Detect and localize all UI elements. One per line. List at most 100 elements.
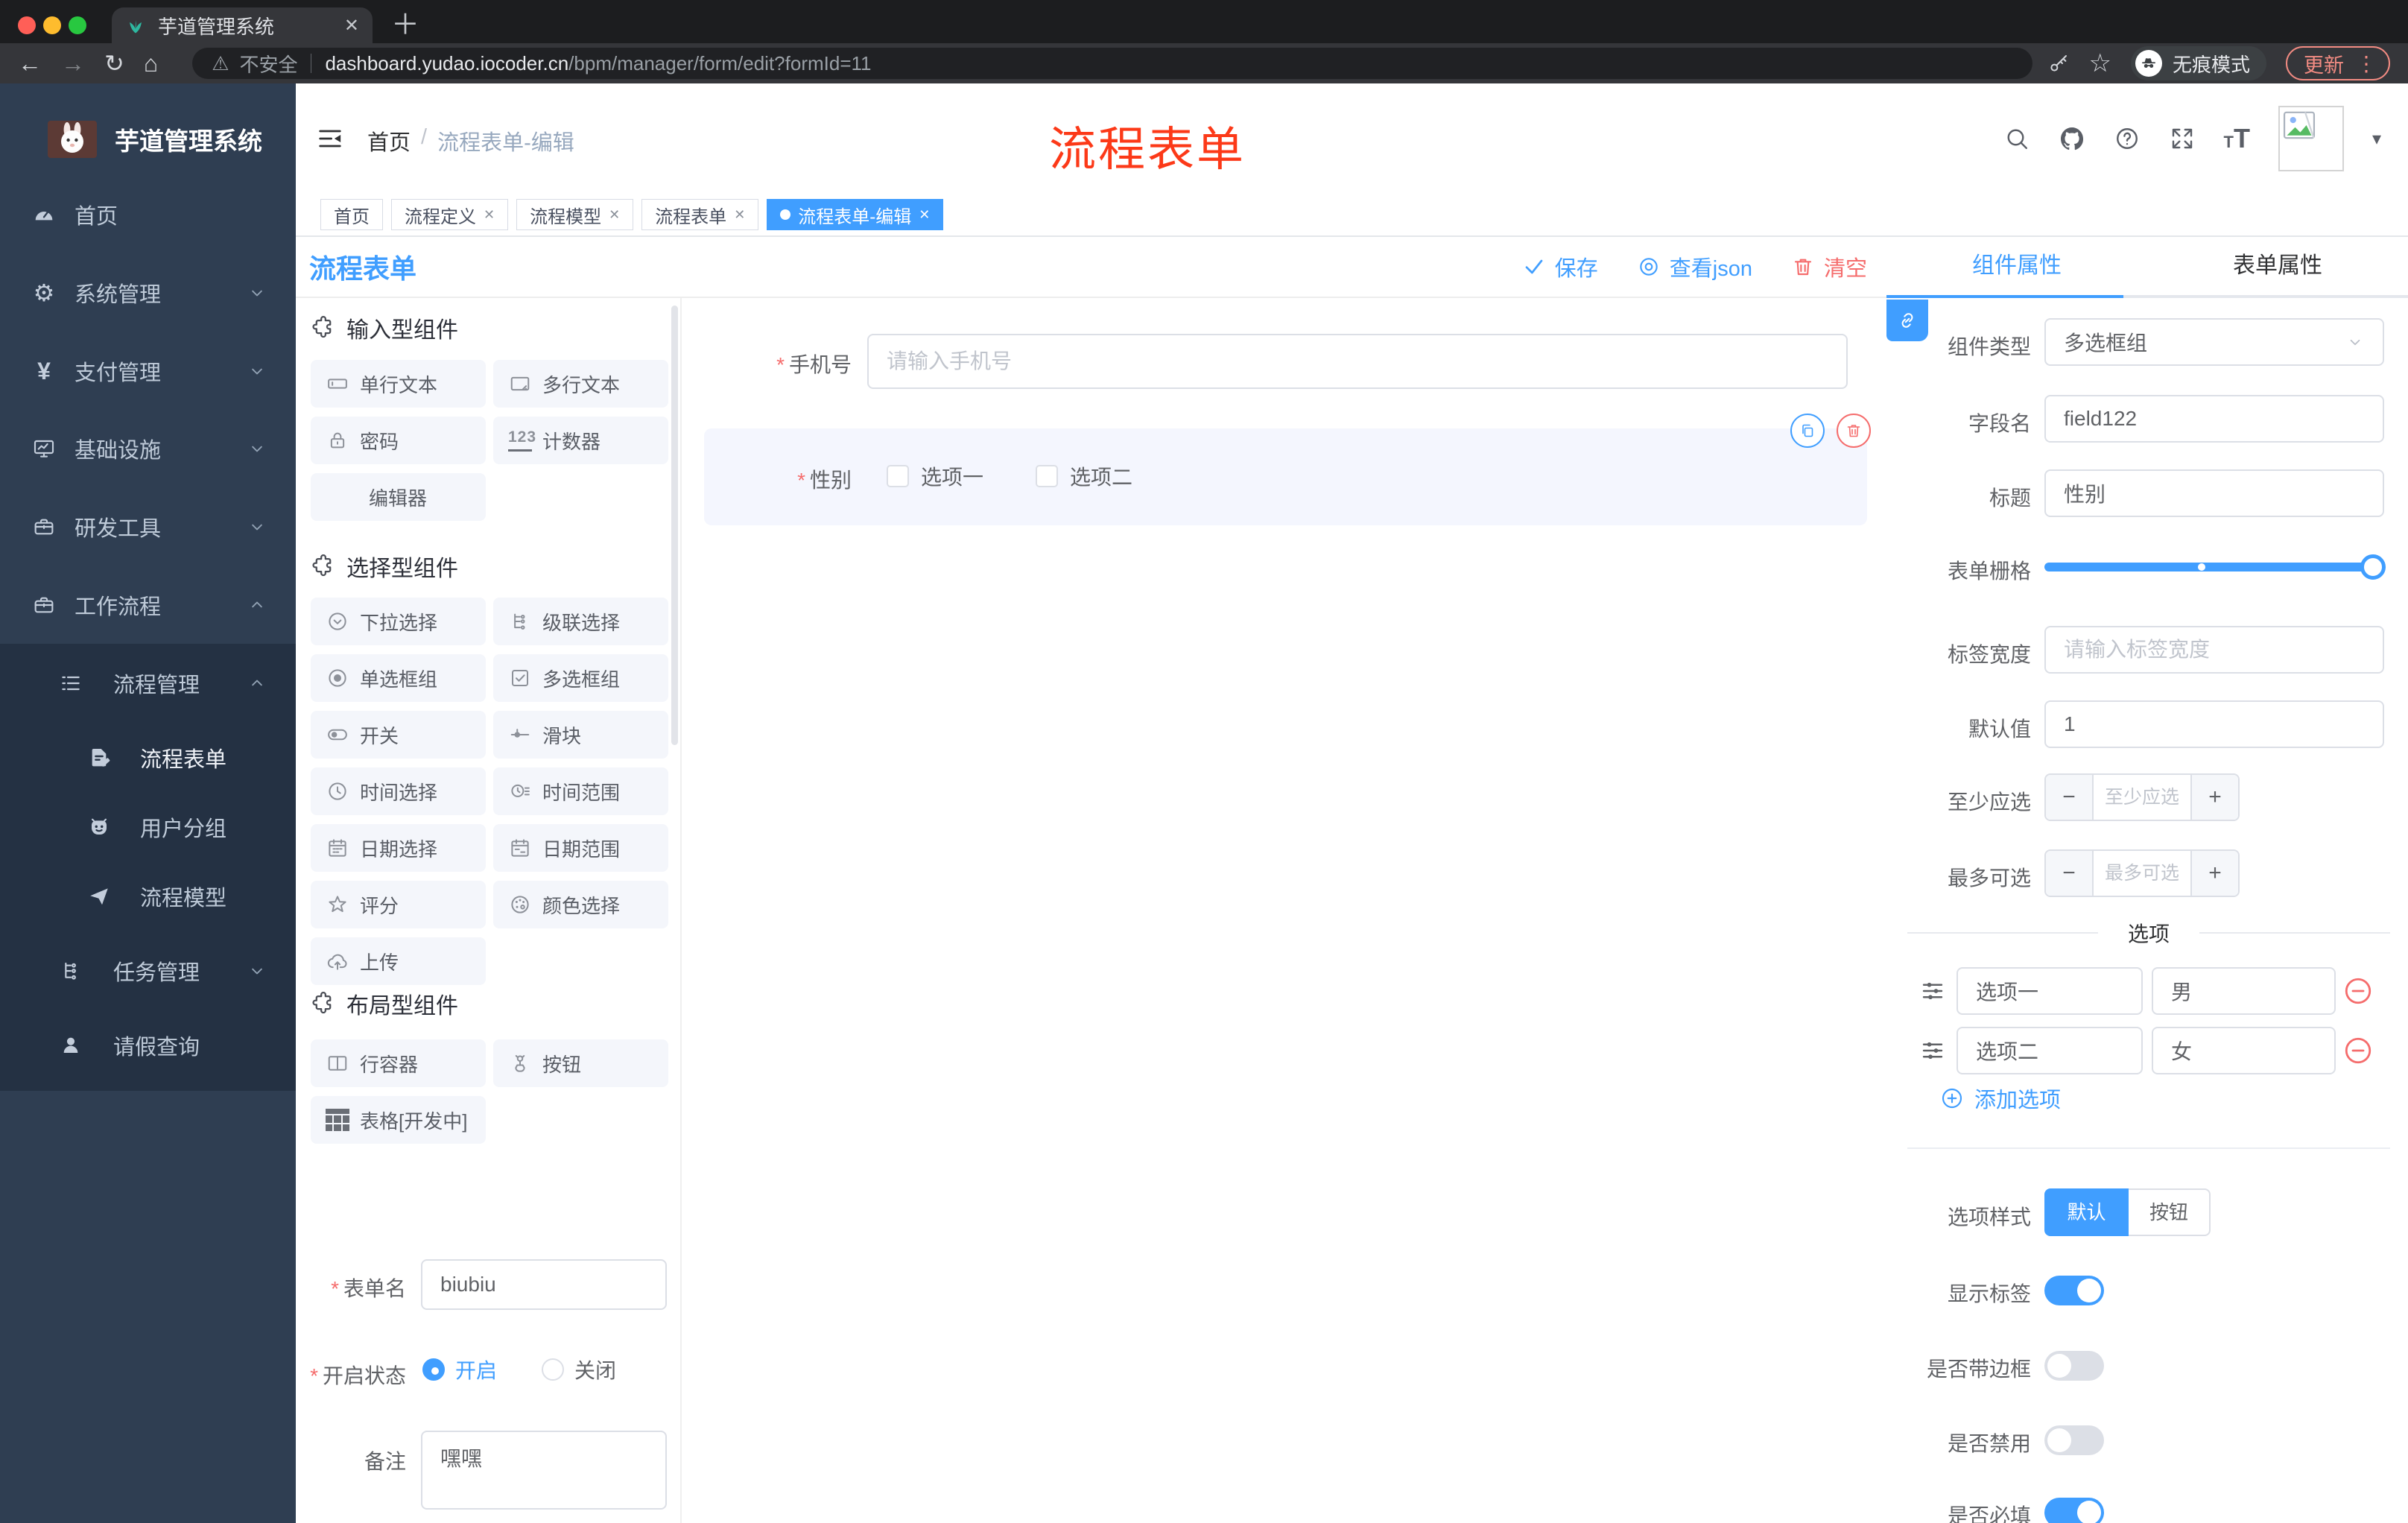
stepper-plus-button[interactable]: + [2190,775,2238,820]
address-bar[interactable]: ⚠ 不安全 dashboard.yudao.iocoder.cn /bpm/ma… [192,48,2032,79]
component-editor[interactable]: 编辑器 [311,473,486,521]
sidebar-item-system[interactable]: ⚙ 系统管理 [0,257,296,329]
sidebar-item-infra[interactable]: 基础设施 [0,413,296,484]
duplicate-component-button[interactable] [1790,414,1825,448]
component-button[interactable]: 按钮 [493,1039,668,1087]
forward-icon[interactable]: → [61,51,85,75]
gender-option-2[interactable]: 选项二 [1036,461,1132,491]
drag-handle-icon[interactable] [1919,1037,1946,1064]
max-select-input[interactable] [2094,851,2190,896]
component-date-range[interactable]: 日期范围 [493,824,668,872]
password-key-icon[interactable] [2047,52,2070,75]
new-tab-button[interactable]: ＋ [391,9,419,42]
component-radio-group[interactable]: 单选框组 [311,654,486,702]
component-type-select[interactable]: 多选框组 [2044,318,2384,366]
selected-component-block[interactable]: * 性别 选项一 选项二 [704,414,1871,525]
status-radio-off[interactable]: 关闭 [542,1355,616,1384]
component-color-picker[interactable]: 颜色选择 [493,881,668,928]
component-dropdown[interactable]: 下拉选择 [311,598,486,645]
component-time-range[interactable]: 时间范围 [493,767,668,815]
field-name-input[interactable] [2044,395,2384,443]
tag-process-model[interactable]: 流程模型 ✕ [516,199,634,230]
tag-close-icon[interactable]: ✕ [484,207,495,223]
required-toggle[interactable] [2044,1498,2104,1523]
sidebar-item-payment[interactable]: ¥ 支付管理 [0,335,296,407]
form-name-input[interactable] [421,1259,667,1310]
border-toggle[interactable] [2044,1351,2104,1381]
option-value-input[interactable] [2152,967,2336,1015]
tag-home[interactable]: 首页 [320,199,383,230]
window-maximize-button[interactable] [69,16,86,34]
disabled-toggle[interactable] [2044,1425,2104,1455]
sidebar-item-process-form[interactable]: 流程表单 [0,722,296,794]
tag-close-icon[interactable]: ✕ [609,207,620,223]
slider-handle[interactable] [2360,554,2386,580]
search-icon[interactable] [2003,125,2030,152]
tag-process-form[interactable]: 流程表单 ✕ [641,199,759,230]
component-counter[interactable]: 123 计数器 [493,417,668,464]
avatar-caret-icon[interactable]: ▾ [2372,128,2381,150]
component-date-picker[interactable]: 日期选择 [311,824,486,872]
tag-close-icon[interactable]: ✕ [919,207,930,223]
clear-button[interactable]: 清空 [1791,251,1867,282]
sidebar-item-home[interactable]: 首页 [0,179,296,250]
tab-form-props[interactable]: 表单属性 [2147,237,2408,295]
delete-component-button[interactable] [1837,414,1871,448]
tag-close-icon[interactable]: ✕ [734,207,745,223]
hamburger-collapse-icon[interactable] [315,124,345,153]
tag-process-form-edit[interactable]: 流程表单-编辑 ✕ [767,199,944,230]
fullscreen-icon[interactable] [2169,125,2196,152]
help-icon[interactable] [2114,125,2141,152]
slider-track[interactable] [2044,563,2377,571]
sidebar-item-user-group[interactable]: 用户分组 [0,791,296,863]
style-button-button[interactable]: 按钮 [2129,1188,2211,1236]
remove-option-icon[interactable] [2342,1035,2374,1066]
stepper-plus-button[interactable]: + [2190,851,2238,896]
component-single-text[interactable]: 单行文本 [311,360,486,408]
save-button[interactable]: 保存 [1522,251,1598,282]
option-value-input[interactable] [2152,1027,2336,1074]
component-switch[interactable]: 开关 [311,711,486,759]
form-canvas[interactable]: *手机号 *性别 选项一 选项二 [682,298,1886,1523]
form-grid-slider[interactable] [2044,554,2386,580]
palette-scrollbar[interactable] [671,305,678,745]
add-option-button[interactable]: 添加选项 [1940,1083,2061,1114]
component-password[interactable]: 密码 [311,417,486,464]
component-checkbox-group[interactable]: 多选框组 [493,654,668,702]
tab-component-props[interactable]: 组件属性 [1886,237,2147,295]
title-input[interactable] [2044,469,2384,517]
tag-process-definition[interactable]: 流程定义 ✕ [391,199,509,230]
back-icon[interactable]: ← [18,51,42,75]
sidebar-item-process-mgmt[interactable]: 流程管理 [0,647,296,719]
avatar[interactable] [2278,106,2344,171]
component-upload[interactable]: 上传 [311,937,486,985]
component-cascader[interactable]: 级联选择 [493,598,668,645]
option-label-input[interactable] [1956,967,2143,1015]
browser-update-button[interactable]: 更新 ⋮ [2286,46,2390,80]
checkbox-icon[interactable] [1036,465,1058,487]
label-width-input[interactable] [2044,626,2384,674]
reload-icon[interactable]: ↻ [104,51,124,75]
window-close-button[interactable] [18,16,36,34]
default-value-input[interactable] [2044,700,2384,748]
component-table[interactable]: 表格[开发中] [311,1096,486,1144]
phone-field-input[interactable] [867,334,1848,389]
window-minimize-button[interactable] [43,16,61,34]
view-json-button[interactable]: 查看json [1637,251,1752,282]
min-select-input[interactable] [2094,775,2190,820]
component-slider[interactable]: 滑块 [493,711,668,759]
browser-tab[interactable]: 芋道管理系统 ✕ [112,7,373,43]
component-row-container[interactable]: 行容器 [311,1039,486,1087]
component-multi-text[interactable]: 多行文本 [493,360,668,408]
sidebar-item-process-model[interactable]: 流程模型 [0,861,296,932]
tab-close-icon[interactable]: ✕ [344,15,359,37]
home-icon[interactable]: ⌂ [144,51,158,75]
app-logo[interactable]: 芋道管理系统 [48,121,262,158]
github-icon[interactable] [2059,125,2085,152]
option-label-input[interactable] [1956,1027,2143,1074]
bookmark-star-icon[interactable]: ☆ [2089,48,2111,78]
drag-handle-icon[interactable] [1919,978,1946,1004]
stepper-minus-button[interactable]: − [2046,775,2094,820]
security-label[interactable]: 不安全 [239,50,297,77]
sidebar-item-workflow[interactable]: 工作流程 [0,569,296,641]
